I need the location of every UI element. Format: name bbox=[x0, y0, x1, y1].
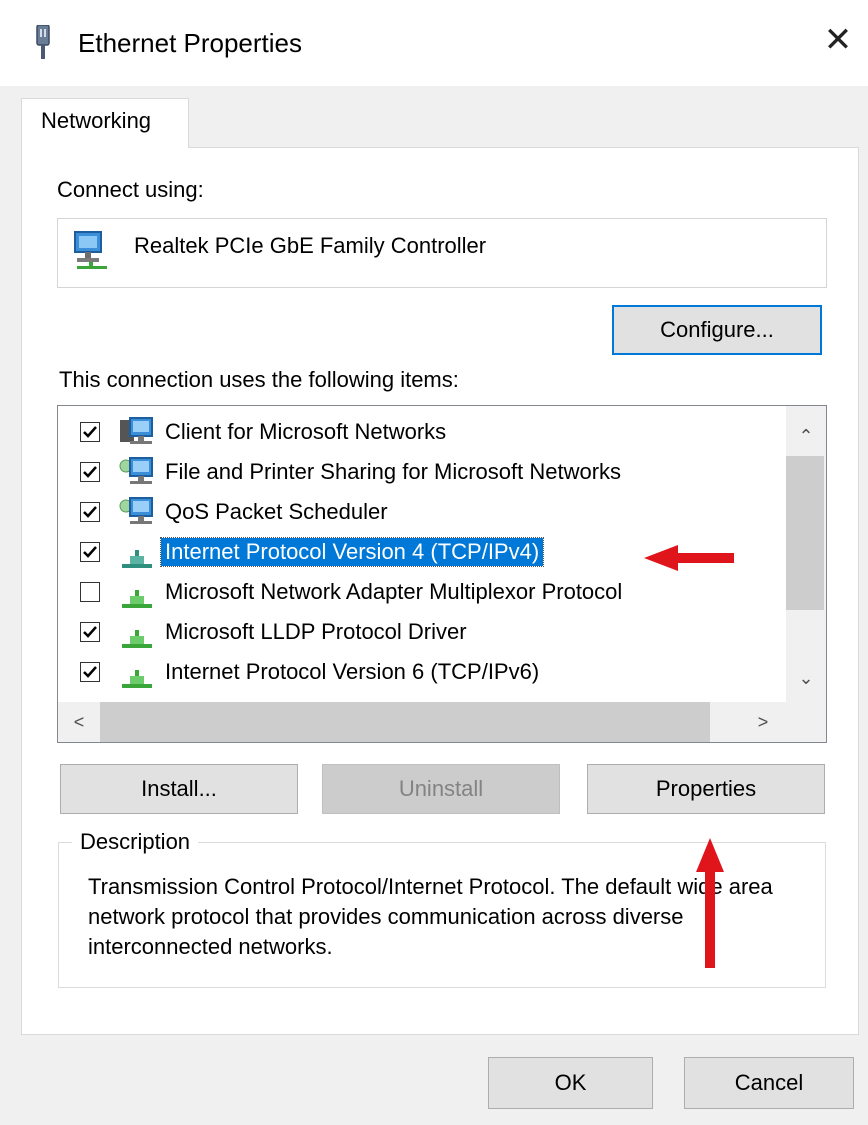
item-label: Client for Microsoft Networks bbox=[165, 419, 447, 444]
uninstall-button: Uninstall bbox=[322, 764, 560, 814]
item-checkbox[interactable] bbox=[80, 622, 100, 642]
item-label: Microsoft LLDP Protocol Driver bbox=[165, 619, 467, 644]
item-label: Microsoft Network Adapter Multiplexor Pr… bbox=[165, 579, 623, 604]
adapter-name: Realtek PCIe GbE Family Controller bbox=[134, 233, 487, 258]
item-checkbox[interactable] bbox=[80, 542, 100, 562]
tab-networking[interactable]: Networking bbox=[21, 98, 189, 148]
window-title: Ethernet Properties bbox=[78, 28, 303, 58]
properties-button[interactable]: Properties bbox=[587, 764, 825, 814]
red-arrow-left-icon bbox=[644, 543, 736, 578]
scroll-up-icon[interactable]: ⌃ bbox=[786, 422, 826, 450]
scroll-right-icon[interactable]: > bbox=[748, 708, 778, 736]
list-item[interactable]: QoS Packet Scheduler bbox=[58, 494, 778, 534]
scroll-left-icon[interactable]: < bbox=[64, 708, 94, 736]
connect-using-label: Connect using: bbox=[57, 177, 204, 202]
list-item[interactable]: Microsoft Network Adapter Multiplexor Pr… bbox=[58, 574, 778, 614]
item-checkbox[interactable] bbox=[80, 502, 100, 522]
network-adapter-icon bbox=[33, 24, 53, 59]
red-arrow-up-icon bbox=[694, 838, 726, 973]
item-checkbox[interactable] bbox=[80, 582, 100, 602]
items-label: This connection uses the following items… bbox=[59, 367, 459, 392]
configure-button[interactable]: Configure... bbox=[612, 305, 822, 355]
list-item[interactable]: Client for Microsoft Networks bbox=[58, 414, 778, 454]
protocol-icon bbox=[118, 536, 156, 570]
item-checkbox[interactable] bbox=[80, 462, 100, 482]
list-item[interactable]: File and Printer Sharing for Microsoft N… bbox=[58, 454, 778, 494]
item-label: QoS Packet Scheduler bbox=[165, 499, 388, 524]
description-title: Description bbox=[72, 828, 199, 856]
protocol-icon bbox=[118, 656, 156, 690]
item-label: Internet Protocol Version 6 (TCP/IPv6) bbox=[165, 659, 540, 684]
list-item[interactable]: Internet Protocol Version 6 (TCP/IPv6) bbox=[58, 654, 778, 694]
install-button[interactable]: Install... bbox=[60, 764, 298, 814]
item-label: Internet Protocol Version 4 (TCP/IPv4) bbox=[159, 537, 545, 567]
description-text: Transmission Control Protocol/Internet P… bbox=[88, 874, 773, 959]
network-client-icon bbox=[118, 416, 156, 450]
vertical-scroll-thumb[interactable] bbox=[786, 456, 824, 610]
item-checkbox[interactable] bbox=[80, 662, 100, 682]
protocol-icon bbox=[118, 576, 156, 610]
list-item[interactable]: Microsoft LLDP Protocol Driver bbox=[58, 614, 778, 654]
network-service-icon bbox=[118, 496, 156, 530]
item-checkbox[interactable] bbox=[80, 422, 100, 442]
ok-button[interactable]: OK bbox=[488, 1057, 653, 1109]
network-computer-icon bbox=[73, 230, 111, 270]
horizontal-scroll-thumb[interactable] bbox=[100, 702, 710, 742]
cancel-button[interactable]: Cancel bbox=[684, 1057, 854, 1109]
item-label: File and Printer Sharing for Microsoft N… bbox=[165, 459, 622, 484]
protocol-icon bbox=[118, 616, 156, 650]
scroll-down-icon[interactable]: ⌄ bbox=[786, 664, 826, 692]
network-service-icon bbox=[118, 456, 156, 490]
close-button[interactable]: ✕ bbox=[818, 18, 858, 62]
